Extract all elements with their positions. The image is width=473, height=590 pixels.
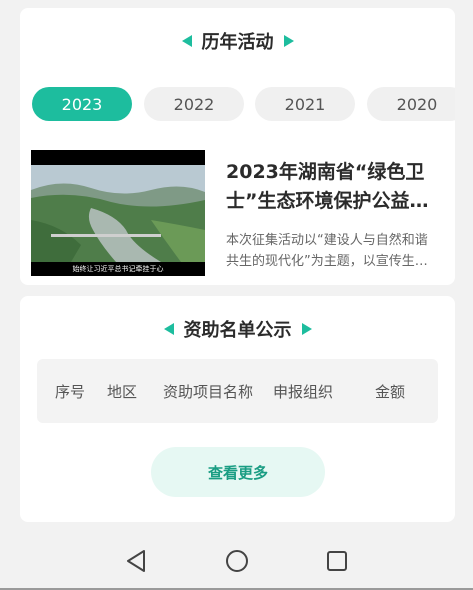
thumbnail-caption: 始终让习近平总书记牵挂于心 — [72, 265, 164, 273]
triangle-right-icon — [283, 35, 294, 47]
activity-description: 本次征集活动以“建设人与自然和谐共生的现代化”为主题，以宣传生态文明理念 — [226, 233, 428, 269]
back-icon[interactable] — [122, 546, 152, 576]
view-more-button[interactable]: 查看更多 — [151, 447, 325, 497]
triangle-right-icon — [301, 323, 312, 335]
tab-2022[interactable]: 2022 — [144, 87, 244, 121]
column-header-project: 资助项目名称 — [163, 382, 254, 401]
system-navigation-bar — [0, 532, 473, 590]
tab-2023[interactable]: 2023 — [32, 87, 132, 121]
recents-icon[interactable] — [322, 546, 352, 576]
tab-2021[interactable]: 2021 — [255, 87, 355, 121]
activity-thumbnail[interactable]: 始终让习近平总书记牵挂于心 — [31, 150, 205, 276]
river-landscape-image — [31, 150, 205, 276]
year-tabs: 2023 2022 2021 2020 — [32, 87, 455, 121]
history-activities-card: 历年活动 2023 2022 2021 2020 始终让习近平总书记牵挂于心 2… — [20, 8, 455, 285]
activity-title[interactable]: 2023年湖南省“绿色卫士”生态环境保护公益活动 — [226, 158, 440, 216]
column-header-organization: 申报组织 — [273, 382, 334, 401]
triangle-left-icon — [181, 35, 192, 47]
activities-header: 历年活动 — [20, 28, 455, 54]
activities-title: 历年活动 — [201, 32, 274, 53]
column-header-region: 地区 — [107, 382, 138, 401]
home-icon[interactable] — [222, 546, 252, 576]
funding-table-header: 序号 地区 资助项目名称 申报组织 金额 — [37, 359, 438, 423]
column-header-amount: 金额 — [375, 382, 406, 401]
triangle-left-icon — [163, 323, 174, 335]
funding-header: 资助名单公示 — [20, 316, 455, 342]
tab-2020[interactable]: 2020 — [367, 87, 455, 121]
column-header-index: 序号 — [55, 382, 86, 401]
funding-list-card: 资助名单公示 序号 地区 资助项目名称 申报组织 金额 查看更多 — [20, 296, 455, 522]
funding-title: 资助名单公示 — [183, 320, 292, 341]
